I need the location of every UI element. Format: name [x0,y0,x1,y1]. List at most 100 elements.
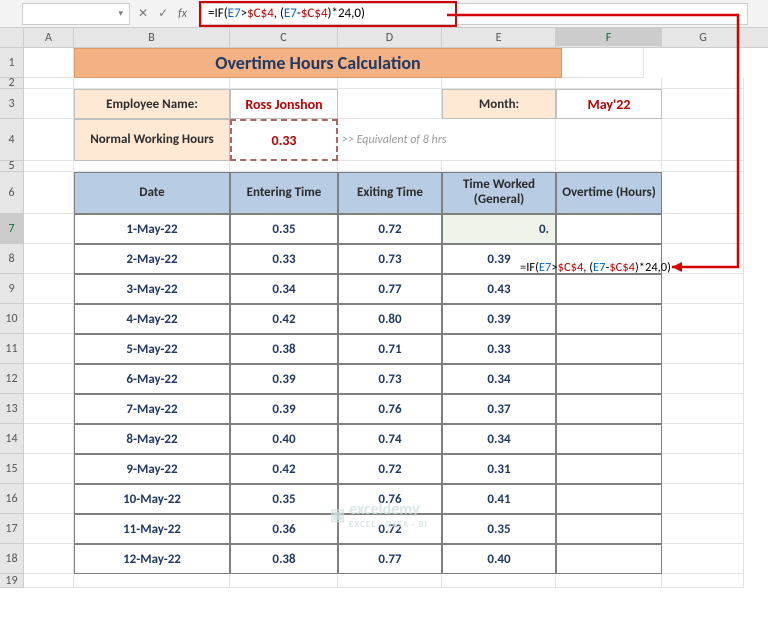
cancel-icon[interactable]: ✕ [138,6,148,21]
col-header-f[interactable]: F [556,28,662,47]
cell-exit[interactable]: 0.80 [338,304,442,334]
cell[interactable] [24,544,74,574]
cell[interactable] [24,244,74,274]
employee-label[interactable]: Employee Name: [74,89,230,119]
cell[interactable] [24,119,74,161]
cell[interactable] [662,394,744,424]
cell-enter[interactable]: 0.34 [230,274,338,304]
cell[interactable] [24,334,74,364]
cell-date[interactable]: 8-May-22 [74,424,230,454]
cell-worked[interactable]: 0.34 [442,364,556,394]
cell-enter[interactable]: 0.39 [230,364,338,394]
cell-enter[interactable]: 0.36 [230,514,338,544]
cell[interactable] [24,274,74,304]
cell-worked[interactable]: 0.41 [442,484,556,514]
cell[interactable] [230,78,338,89]
cell-exit[interactable]: 0.71 [338,334,442,364]
cell-exit[interactable]: 0.77 [338,274,442,304]
col-header-a[interactable]: A [24,28,74,47]
row-header[interactable]: 12 [0,364,24,394]
cell[interactable] [662,304,744,334]
cell[interactable] [662,364,744,394]
cell[interactable] [556,119,662,161]
cell[interactable] [662,544,744,574]
cell[interactable] [24,454,74,484]
cell-date[interactable]: 2-May-22 [74,244,230,274]
normal-hours-value[interactable]: 0.33 [230,119,338,161]
cell-enter[interactable]: 0.38 [230,544,338,574]
row-header[interactable]: 9 [0,274,24,304]
cell[interactable] [24,514,74,544]
row-header[interactable]: 19 [0,574,24,588]
cell[interactable] [662,424,744,454]
cell-date[interactable]: 7-May-22 [74,394,230,424]
cell-overtime[interactable] [556,364,662,394]
cell-exit[interactable]: 0.72 [338,454,442,484]
row-header[interactable]: 1 [0,48,24,78]
row-header[interactable]: 2 [0,78,24,89]
cell-enter[interactable]: 0.38 [230,334,338,364]
row-header[interactable]: 17 [0,514,24,544]
col-header-e[interactable]: E [442,28,556,47]
cell-exit[interactable]: 0.76 [338,484,442,514]
cell-exit[interactable]: 0.76 [338,394,442,424]
cell[interactable] [562,48,644,78]
cell[interactable] [662,484,744,514]
cell-enter[interactable]: 0.42 [230,304,338,334]
cell-worked[interactable]: 0. [442,214,556,244]
col-header-b[interactable]: B [74,28,230,47]
cell[interactable] [24,48,74,78]
cell[interactable] [230,574,338,588]
cell[interactable] [24,304,74,334]
cell[interactable] [74,78,230,89]
th-date[interactable]: Date [74,172,230,214]
cell[interactable] [662,89,744,119]
cell-date[interactable]: 5-May-22 [74,334,230,364]
cell[interactable] [662,454,744,484]
th-exit[interactable]: Exiting Time [338,172,442,214]
cell-overtime[interactable] [556,214,662,244]
cell-date[interactable]: 10-May-22 [74,484,230,514]
cell-overtime[interactable] [556,514,662,544]
cell[interactable] [230,161,338,172]
cell-worked[interactable]: 0.35 [442,514,556,544]
employee-value[interactable]: Ross Jonshon [230,89,338,119]
row-header[interactable]: 11 [0,334,24,364]
page-title[interactable]: Overtime Hours Calculation [74,48,562,78]
cell-overtime[interactable] [556,334,662,364]
cell[interactable] [662,161,744,172]
cell-overtime[interactable] [556,394,662,424]
cell[interactable] [338,161,442,172]
cell[interactable] [442,78,556,89]
cell[interactable] [662,78,744,89]
cell-exit[interactable]: 0.73 [338,364,442,394]
row-header[interactable]: 3 [0,89,24,119]
th-enter[interactable]: Entering Time [230,172,338,214]
cell-overtime[interactable] [556,544,662,574]
row-header[interactable]: 15 [0,454,24,484]
cell[interactable] [338,574,442,588]
cell[interactable] [24,161,74,172]
cell-worked[interactable]: 0.34 [442,424,556,454]
row-header[interactable]: 8 [0,244,24,274]
cell[interactable] [662,274,744,304]
cell[interactable] [24,574,74,588]
cell[interactable] [24,424,74,454]
cell[interactable] [24,78,74,89]
cell[interactable] [24,172,74,214]
row-header[interactable]: 16 [0,484,24,514]
cell-exit[interactable]: 0.74 [338,424,442,454]
cell[interactable] [338,89,442,119]
th-worked[interactable]: Time Worked (General) [442,172,556,214]
cell[interactable] [442,574,556,588]
row-header[interactable]: 10 [0,304,24,334]
cell-date[interactable]: 11-May-22 [74,514,230,544]
cell[interactable] [662,334,744,364]
cell[interactable] [24,214,74,244]
normal-hours-label[interactable]: Normal Working Hours [74,119,230,161]
cell-enter[interactable]: 0.39 [230,394,338,424]
cell[interactable] [556,574,662,588]
cell-worked[interactable]: 0.43 [442,274,556,304]
cell-enter[interactable]: 0.42 [230,454,338,484]
cell-overtime[interactable] [556,454,662,484]
